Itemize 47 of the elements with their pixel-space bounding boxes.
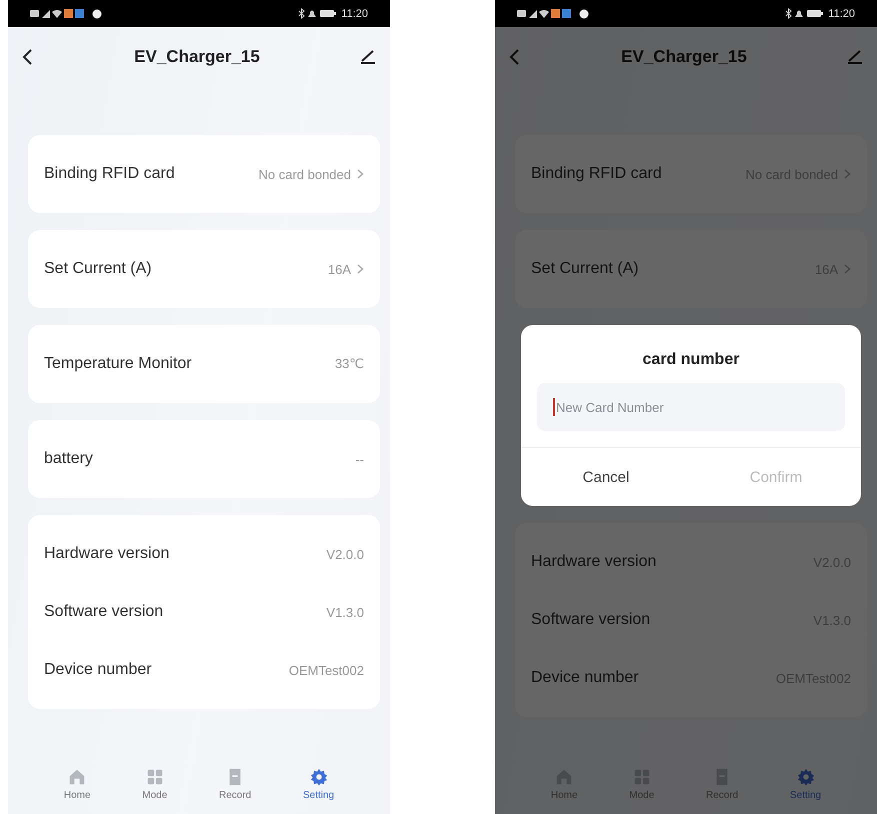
status-icons [784,8,824,19]
home-icon [68,768,86,786]
setting-label: Software version [44,603,164,621]
setting-label: Device number [44,661,152,679]
setting-label: Software version [531,611,650,629]
setting-value: -- [355,452,364,466]
status-time: 11:20 [341,8,368,20]
setting-label: Hardware version [44,545,170,563]
setting-label: Binding RFID card [44,165,175,183]
edit-icon[interactable] [360,50,376,64]
setting-value: V2.0.0 [326,546,364,562]
chevron-icon [357,169,364,179]
screen-title: EV_Charger_15 [134,47,260,67]
chat-icon [92,8,102,18]
setting-label: Device number [531,669,639,687]
nav-tab[interactable]: Record [219,768,252,800]
chat-icon [579,8,589,18]
gear-icon [310,768,328,786]
chevron-icon [844,264,851,274]
gear-icon [796,768,815,786]
setting-label: Binding RFID card [531,165,662,183]
chevron-icon [357,264,364,274]
setting-label: Temperature Monitor [44,355,192,373]
setting-value: OEMTest002 [288,662,364,678]
nav-tab[interactable]: Setting [790,768,822,800]
cancel-button[interactable]: Cancel [521,448,691,506]
setting-value: 33℃ [334,356,364,372]
card-number-field[interactable]: New Card Number [537,383,845,431]
nav-tab[interactable]: Home [64,768,91,800]
setting-label: Hardware version [531,553,656,571]
home-icon [555,768,574,786]
setting-value[interactable]: 16A [328,262,364,276]
status-time: 11:20 [828,8,855,20]
screen-title: EV_Charger_15 [621,47,747,67]
chevron-icon [844,169,851,179]
setting-label: Set Current (A) [44,260,152,278]
grid-icon [146,768,164,786]
setting-value: V1.3.0 [326,604,364,620]
nav-tab[interactable]: Mode [142,768,168,800]
dialog-title: card number [642,350,740,370]
status-icons [297,8,338,19]
grid-icon [632,768,651,786]
back-icon[interactable] [22,48,34,66]
setting-label: Set Current (A) [531,260,639,278]
nav-tab[interactable]: Setting [302,768,334,800]
setting-value[interactable]: No card bonded [258,166,364,182]
setting-label: battery [44,450,93,468]
